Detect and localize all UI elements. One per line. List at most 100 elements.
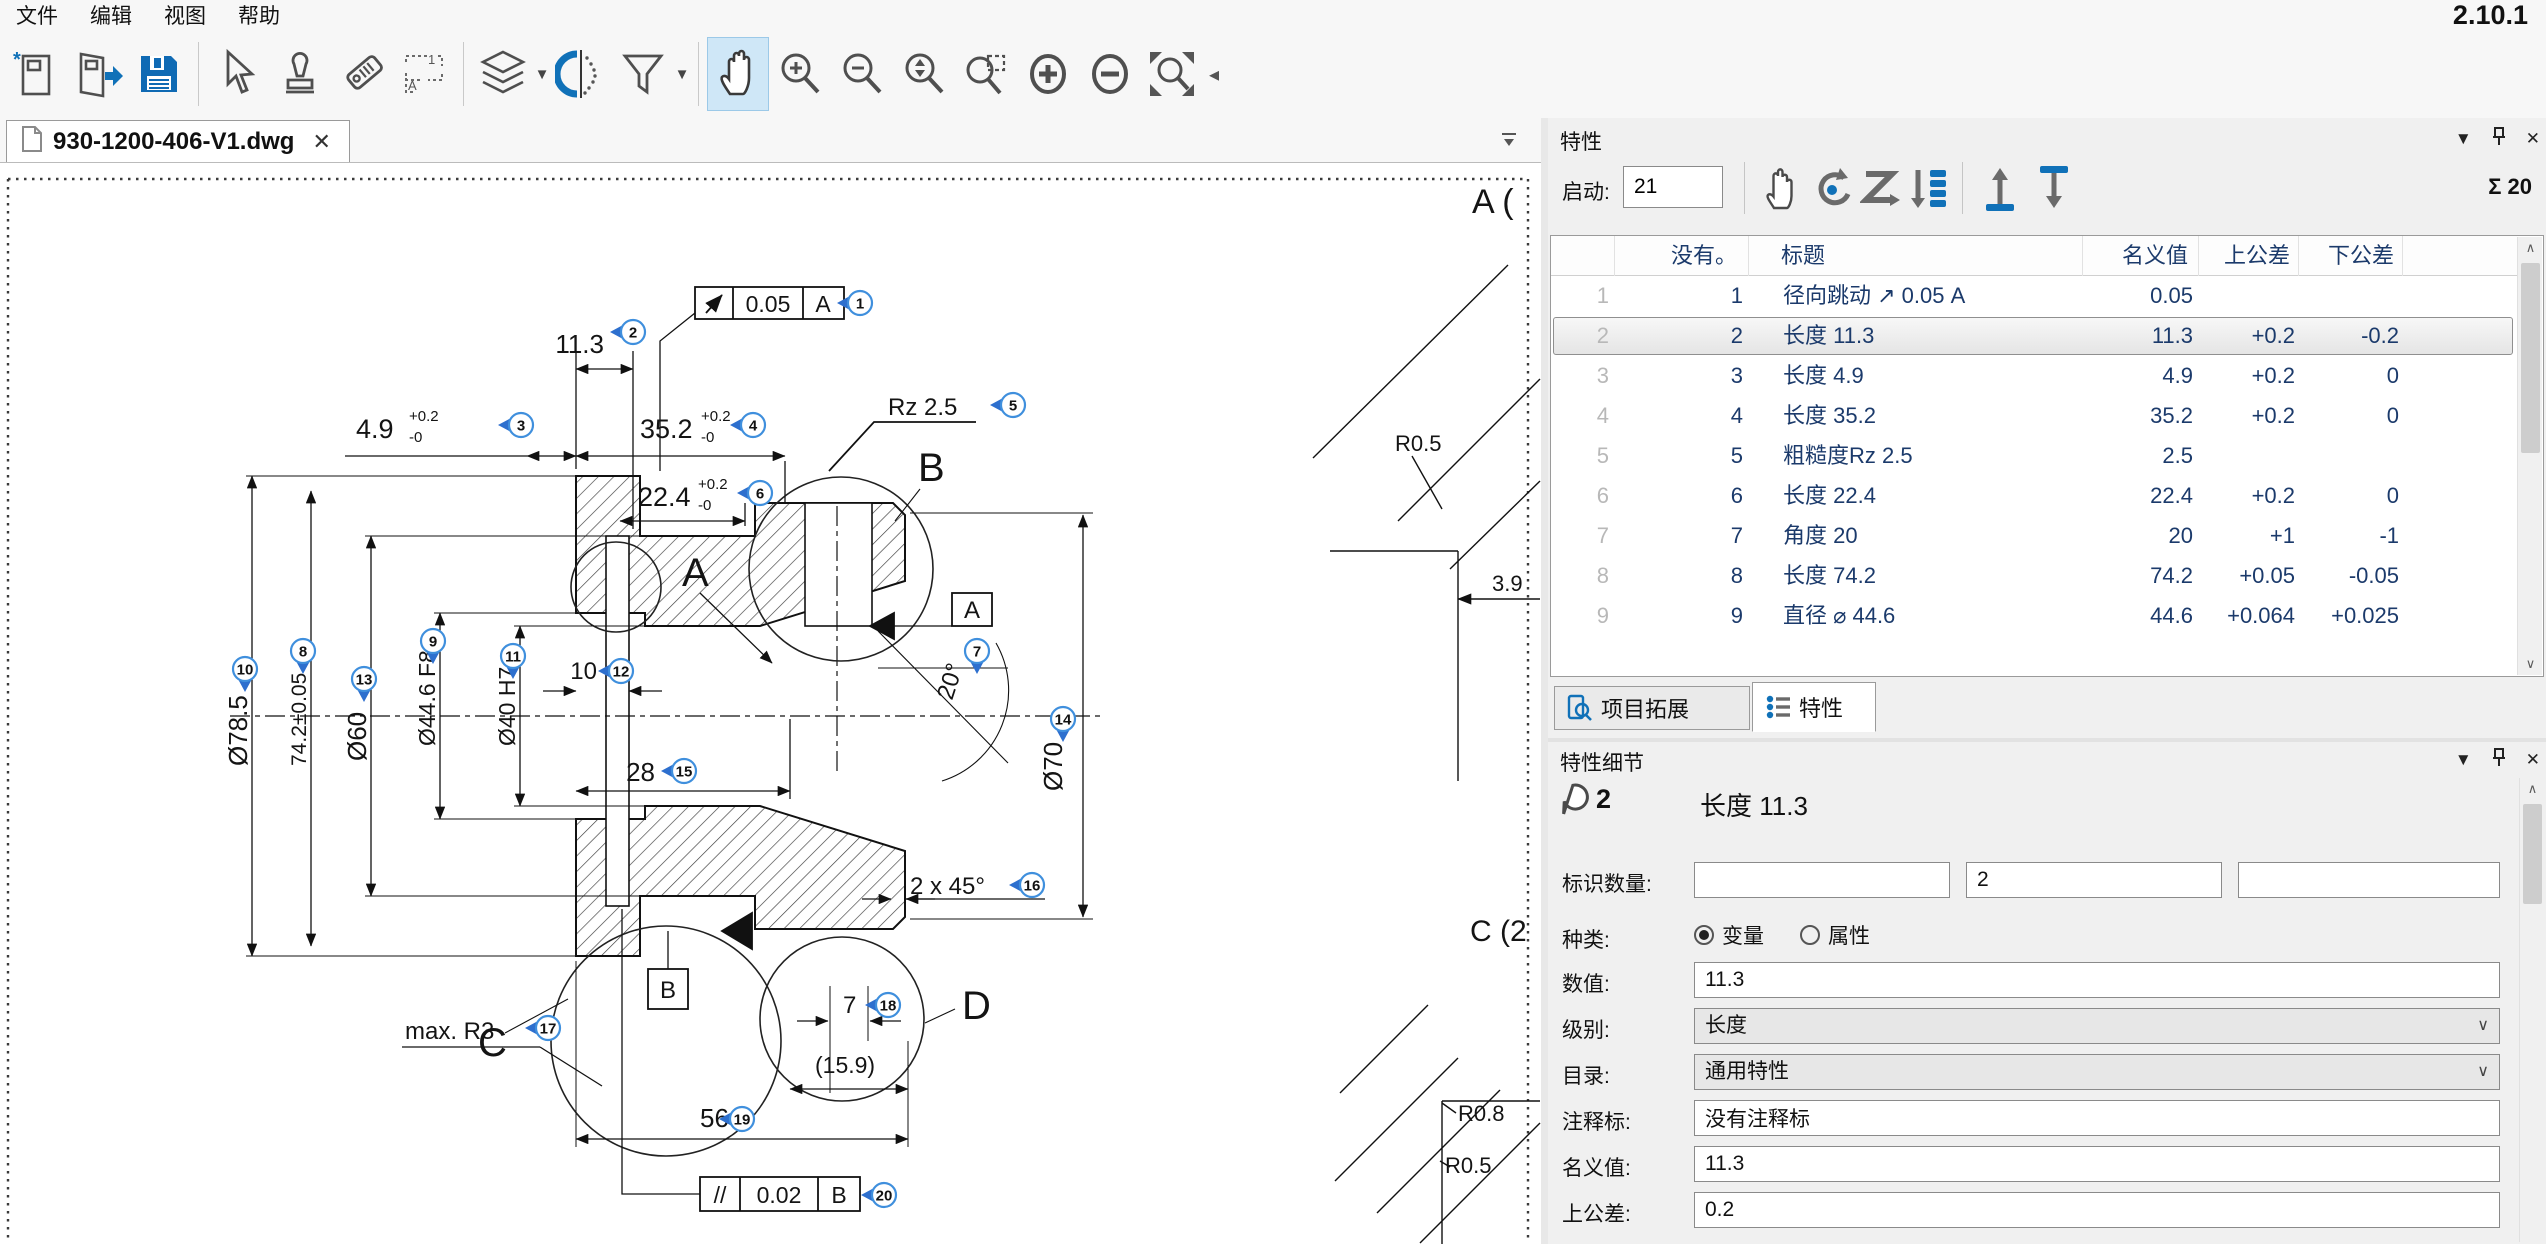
tab-characteristics[interactable]: 特性 <box>1752 682 1876 732</box>
column-header-0[interactable] <box>1551 236 1615 276</box>
layers-button[interactable] <box>472 37 534 111</box>
balloon-6[interactable]: 6 <box>737 481 772 505</box>
balloon-3[interactable]: 3 <box>498 413 533 437</box>
tab-project-expand[interactable]: 项目拓展 <box>1554 686 1750 730</box>
pin-icon[interactable] <box>2490 126 2508 151</box>
nominal-label: 名义值: <box>1562 1152 1631 1182</box>
balloon-18[interactable]: 18 <box>865 993 900 1017</box>
zoom-out-tool-button[interactable] <box>831 37 893 111</box>
table-row-2[interactable]: 22长度 11.311.3+0.2-0.2 <box>1553 316 2515 356</box>
scroll-up-icon[interactable]: ∧ <box>2520 778 2545 800</box>
save-button[interactable] <box>128 37 190 111</box>
mirror-button[interactable] <box>550 37 612 111</box>
table-row-5[interactable]: 55粗糙度Rz 2.52.5 <box>1553 436 2515 476</box>
increase-button[interactable] <box>1017 37 1079 111</box>
balloon-1[interactable]: 1 <box>837 291 872 315</box>
class-select[interactable]: 长度∨ <box>1694 1008 2500 1044</box>
pin-icon[interactable] <box>2490 747 2508 772</box>
toolbar-collapse-icon[interactable]: ◂ <box>1209 62 1219 87</box>
table-scroll-thumb[interactable] <box>2521 263 2540 453</box>
pan-tool-button[interactable] <box>707 37 769 111</box>
column-header-2[interactable]: 标题 <box>1749 236 2083 276</box>
zoom-fit-button[interactable] <box>1141 37 1203 111</box>
menu-help[interactable]: 帮助 <box>222 0 296 32</box>
balloon-2[interactable]: 2 <box>610 320 645 344</box>
column-header-5[interactable]: 下公差 <box>2299 236 2403 276</box>
column-header-3[interactable]: 名义值 <box>2083 236 2199 276</box>
table-row-3[interactable]: 33长度 4.94.9+0.20 <box>1553 356 2515 396</box>
table-row-4[interactable]: 44长度 35.235.2+0.20 <box>1553 396 2515 436</box>
filter-dropdown-caret[interactable]: ▼ <box>674 66 690 83</box>
import-up-icon[interactable] <box>1978 164 2022 217</box>
export-down-icon[interactable] <box>2032 164 2076 217</box>
balloon-10[interactable]: 10 <box>233 657 257 692</box>
scroll-down-icon[interactable]: ∨ <box>2518 653 2543 675</box>
menu-view[interactable]: 视图 <box>148 0 222 32</box>
panel-dropdown-icon[interactable]: ▼ <box>2455 750 2472 770</box>
table-row-8[interactable]: 88长度 74.274.2+0.05-0.05 <box>1553 556 2515 596</box>
select-tool-button[interactable] <box>207 37 269 111</box>
zoom-in-tool-button[interactable] <box>769 37 831 111</box>
horizontal-splitter[interactable] <box>1548 738 2546 742</box>
balloon-20[interactable]: 20 <box>861 1183 896 1207</box>
radio-variable[interactable]: 变量 <box>1694 920 1764 950</box>
balloon-13[interactable]: 13 <box>352 667 376 702</box>
partial-region-tool-button[interactable]: 1A <box>393 37 455 111</box>
rotate-order-icon[interactable] <box>1810 164 1854 217</box>
id-count-input-3[interactable] <box>2238 862 2500 898</box>
zoom-window-tool-button[interactable] <box>955 37 1017 111</box>
table-scrollbar[interactable]: ∧ ∨ <box>2517 237 2542 675</box>
menu-file[interactable]: 文件 <box>0 0 74 32</box>
balloon-12[interactable]: 12 <box>598 659 633 683</box>
upper-tolerance-input[interactable] <box>1694 1192 2500 1228</box>
new-document-button[interactable]: * <box>4 37 66 111</box>
table-row-9[interactable]: 99直径 ⌀ 44.644.6+0.064+0.025 <box>1553 596 2515 636</box>
z-order-icon[interactable] <box>1860 164 1904 217</box>
catalog-select[interactable]: 通用特性∨ <box>1694 1054 2500 1090</box>
balloon-14[interactable]: 14 <box>1051 707 1075 742</box>
balloon-4[interactable]: 4 <box>730 413 765 437</box>
value-input[interactable] <box>1694 962 2500 998</box>
balloon-15[interactable]: 15 <box>661 759 696 783</box>
tag-tool-button[interactable] <box>331 37 393 111</box>
start-number-input[interactable] <box>1623 166 1723 208</box>
column-header-4[interactable]: 上公差 <box>2199 236 2299 276</box>
zoom-dynamic-icon <box>898 48 950 100</box>
id-count-input-1[interactable] <box>1694 862 1950 898</box>
vertical-splitter[interactable] <box>1541 118 1548 1244</box>
tab-list-button[interactable] <box>1499 130 1519 155</box>
class-label: 级别: <box>1562 1014 1610 1044</box>
close-icon[interactable]: ✕ <box>2526 129 2540 149</box>
balloon-16[interactable]: 16 <box>1009 873 1044 897</box>
id-count-input-2[interactable] <box>1966 862 2222 898</box>
drawing-canvas[interactable]: 11.34.9+0.2-035.2+0.2-0Rz 2.522.4+0.2-00… <box>0 162 1541 1244</box>
document-tab[interactable]: 930-1200-406-V1.dwg ✕ <box>6 120 350 162</box>
balloon-5[interactable]: 5 <box>990 393 1025 417</box>
filter-button[interactable] <box>612 37 674 111</box>
open-document-button[interactable] <box>66 37 128 111</box>
panel-dropdown-icon[interactable]: ▼ <box>2455 129 2472 149</box>
properties-panel-header: 特性 ▼ ✕ <box>1548 124 2546 154</box>
layers-dropdown-caret[interactable]: ▼ <box>534 66 550 83</box>
stamp-tool-button[interactable] <box>269 37 331 111</box>
zoom-dynamic-tool-button[interactable] <box>893 37 955 111</box>
radio-attribute[interactable]: 属性 <box>1800 920 1870 950</box>
annotation-input[interactable] <box>1694 1100 2500 1136</box>
list-order-icon[interactable] <box>1908 164 1952 217</box>
column-header-1[interactable]: 没有。 <box>1615 236 1749 276</box>
table-row-1[interactable]: 11径向跳动 ↗ 0.05 A0.05 <box>1553 276 2515 316</box>
decrease-button[interactable] <box>1079 37 1141 111</box>
pick-hand-icon[interactable] <box>1760 164 1802 217</box>
details-scrollbar[interactable]: ∧ <box>2519 778 2544 1242</box>
nominal-input[interactable] <box>1694 1146 2500 1182</box>
scroll-up-icon[interactable]: ∧ <box>2518 237 2543 259</box>
filter-icon <box>617 48 669 100</box>
table-row-7[interactable]: 77角度 2020+1-1 <box>1553 516 2515 556</box>
balloon-number: 12 <box>613 664 630 681</box>
details-scroll-thumb[interactable] <box>2523 804 2542 904</box>
document-tab-close-icon[interactable]: ✕ <box>308 129 334 155</box>
menu-edit[interactable]: 编辑 <box>74 0 148 32</box>
balloon-number: 3 <box>517 418 525 435</box>
table-row-6[interactable]: 66长度 22.422.4+0.20 <box>1553 476 2515 516</box>
close-icon[interactable]: ✕ <box>2526 750 2540 770</box>
